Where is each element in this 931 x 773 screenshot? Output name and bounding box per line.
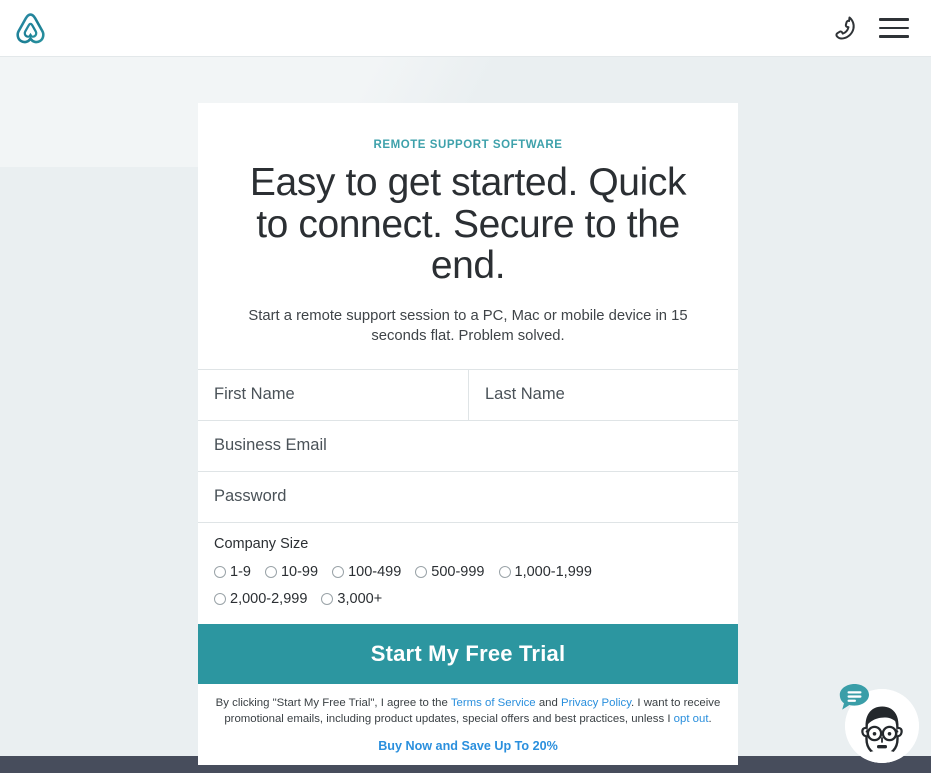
company-size-radio-10-99[interactable] (264, 566, 277, 579)
first-name-field[interactable] (198, 369, 468, 420)
business-email-field[interactable] (198, 420, 738, 471)
legal-section: By clicking "Start My Free Trial", I agr… (198, 684, 738, 765)
site-header (0, 0, 931, 57)
company-size-option-label: 100-499 (348, 563, 402, 580)
company-size-option-10-99[interactable]: 10-99 (264, 561, 319, 584)
legal-prefix: By clicking "Start My Free Trial", I agr… (215, 697, 451, 710)
header-actions (833, 15, 909, 41)
phone-handset-icon[interactable] (833, 15, 857, 41)
page-title: Easy to get started. Quick to connect. S… (249, 161, 687, 288)
company-size-option-label: 2,000-2,999 (230, 590, 308, 607)
company-size-radio-1-9[interactable] (214, 566, 226, 579)
legal-suffix: . (708, 713, 712, 726)
password-field[interactable] (198, 471, 738, 522)
card-header: REMOTE SUPPORT SOFTWARE Easy to get star… (198, 103, 738, 369)
chat-widget[interactable] (839, 683, 923, 767)
company-size-group: Company Size 1-9 10-99 100-499 500-999 1… (198, 521, 738, 624)
company-size-radio-2000-2999[interactable] (214, 593, 226, 606)
legal-disclaimer: By clicking "Start My Free Trial", I agr… (210, 695, 726, 727)
page-subtitle: Start a remote support session to a PC, … (248, 308, 688, 345)
company-size-radio-3000-plus[interactable] (321, 593, 334, 606)
signup-form: Company Size 1-9 10-99 100-499 500-999 (198, 368, 738, 685)
last-name-input[interactable] (469, 369, 738, 420)
company-size-option-label: 1,000-1,999 (514, 563, 592, 580)
company-size-option-label: 10-99 (280, 563, 319, 580)
last-name-field[interactable] (468, 369, 738, 420)
hamburger-menu-icon[interactable] (879, 18, 909, 38)
company-size-option-500-999[interactable]: 500-999 (415, 561, 485, 584)
company-size-option-1-9[interactable]: 1-9 (214, 561, 251, 584)
first-name-input[interactable] (198, 369, 468, 420)
business-email-input[interactable] (198, 420, 738, 471)
eyebrow-label: REMOTE SUPPORT SOFTWARE (373, 139, 563, 151)
company-size-option-label: 1-9 (230, 563, 251, 580)
password-field-row (198, 470, 738, 522)
legal-conjunction: and (535, 697, 561, 710)
company-size-label: Company Size (214, 535, 309, 552)
email-field-row (198, 419, 738, 471)
privacy-policy-link[interactable]: Privacy Policy (561, 697, 631, 709)
company-size-option-1000-1999[interactable]: 1,000-1,999 (498, 561, 592, 584)
terms-of-service-link[interactable]: Terms of Service (451, 697, 536, 709)
company-size-radio-1000-1999[interactable] (498, 566, 511, 579)
splashtop-triangle-logo-icon (14, 12, 47, 45)
company-size-options: 1-9 10-99 100-499 500-999 1,000-1,999 2,… (214, 561, 664, 611)
start-free-trial-button[interactable]: Start My Free Trial (198, 624, 738, 685)
company-size-option-3000-plus[interactable]: 3,000+ (321, 588, 382, 611)
company-size-radio-100-499[interactable] (332, 566, 345, 579)
signup-card: REMOTE SUPPORT SOFTWARE Easy to get star… (198, 103, 738, 766)
buy-now-link[interactable]: Buy Now and Save Up To 20% (378, 739, 558, 753)
opt-out-link[interactable]: opt out (674, 713, 709, 725)
chat-bubble-icon[interactable] (839, 683, 870, 711)
company-size-option-label: 3,000+ (337, 590, 383, 607)
logo-link[interactable] (14, 12, 47, 45)
company-size-option-2000-2999[interactable]: 2,000-2,999 (214, 588, 307, 611)
password-input[interactable] (198, 471, 738, 522)
company-size-option-label: 500-999 (431, 563, 485, 580)
company-size-option-100-499[interactable]: 100-499 (332, 561, 401, 584)
company-size-radio-500-999[interactable] (415, 566, 428, 579)
name-field-row (198, 368, 738, 420)
